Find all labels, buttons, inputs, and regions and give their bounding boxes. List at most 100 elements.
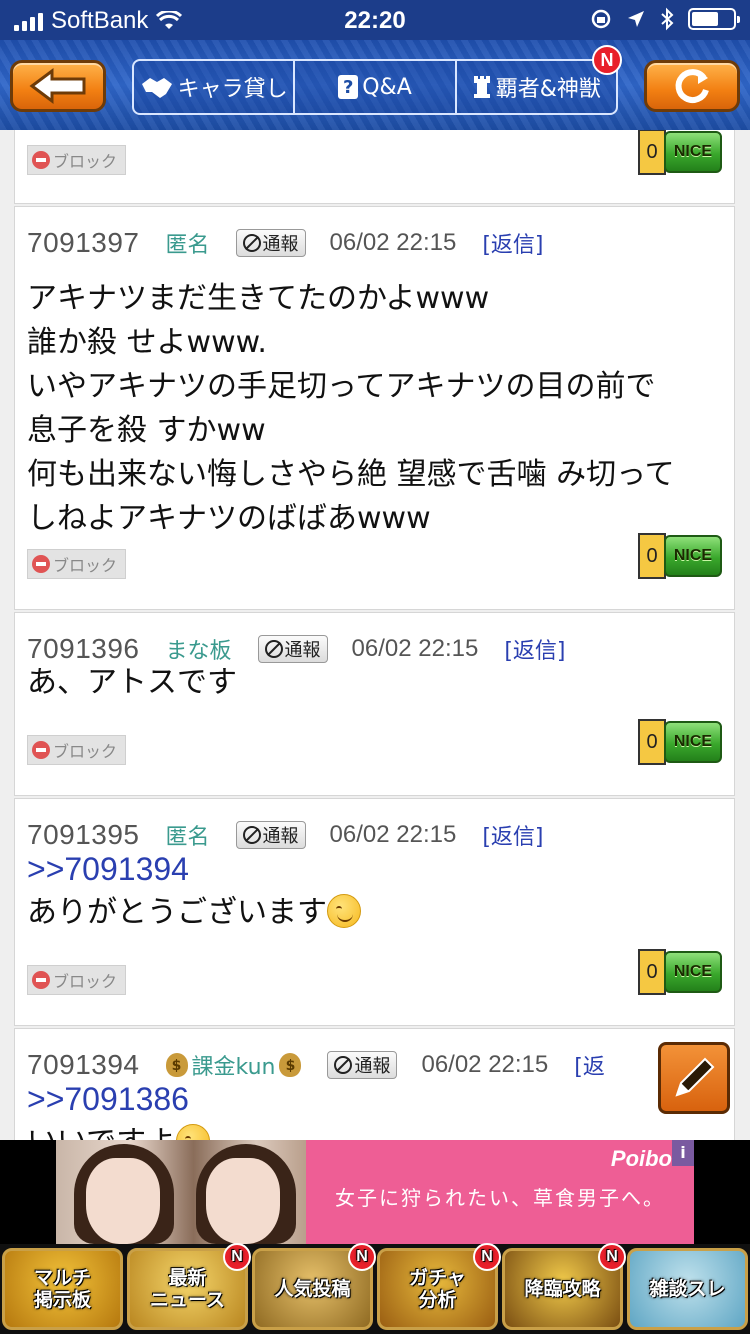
bottom-nav: マルチ 掲示板 最新 ニュース N 人気投稿 N ガチャ 分析 N 降臨攻略 N 雑談ス… [0, 1243, 750, 1334]
nav-latest-news[interactable]: 最新 ニュース N [127, 1243, 251, 1330]
post-line: アキナツまだ生きてたのかよwww [27, 281, 490, 316]
nav-label: 最新 ニュース [149, 1267, 226, 1311]
post-line: いやアキナツの手足切ってアキナツの目の前で [27, 369, 656, 404]
new-badge: N [598, 1243, 626, 1271]
block-label: ブロック [53, 742, 118, 761]
money-bag-icon: $ [279, 1053, 302, 1077]
post-line: 何も出来ない悔しさやら絶 望感で舌噛 み切って [27, 457, 675, 492]
post-7091396: 7091396 まな板 通報 06/02 22:15 [返信] あ、アトスです … [14, 612, 735, 796]
nice-button[interactable]: NICE [664, 131, 722, 173]
new-badge: N [223, 1243, 251, 1271]
block-icon [32, 741, 50, 759]
nice-button[interactable]: NICE [664, 721, 722, 763]
pencil-icon [675, 1057, 715, 1097]
block-button[interactable]: ブロック [27, 549, 127, 579]
post-meta: 7091397 匿名 通報 06/02 22:15 [返信] [27, 227, 544, 259]
post-date: 06/02 22:15 [421, 1051, 549, 1078]
tab-label: キャラ貸し [177, 77, 288, 102]
ad-text-panel: Poibo 女子に狩られたい、草食男子へ。 [306, 1140, 694, 1244]
status-right [590, 7, 740, 31]
nice-button[interactable]: NICE [664, 535, 722, 577]
nav-chat-thread[interactable]: 雑談スレ [627, 1248, 748, 1330]
report-button[interactable]: 通報 [235, 229, 306, 257]
compose-button[interactable] [658, 1042, 730, 1114]
nice-widget: 0 NICE [638, 130, 722, 175]
prohibit-icon [334, 1056, 353, 1074]
post-partial-top: ブロック 0 NICE [14, 130, 735, 204]
bluetooth-icon [661, 7, 674, 31]
reply-link[interactable]: [返信] [482, 227, 543, 259]
block-button[interactable]: ブロック [27, 145, 127, 175]
prohibit-icon [264, 640, 283, 658]
reply-anchor-link[interactable]: >>7091394 [27, 847, 724, 891]
post-date: 06/02 22:15 [329, 821, 457, 848]
block-button[interactable]: ブロック [27, 965, 127, 995]
post-line-text: ありがとうございます [27, 895, 327, 930]
post-body: >>7091386 いいですよ [27, 1077, 724, 1140]
post-body: >>7091394 ありがとうございます [27, 847, 724, 935]
post-date: 06/02 22:15 [329, 229, 457, 256]
report-button[interactable]: 通報 [235, 821, 306, 849]
header-tabs: キャラ貸し ? Q&A 覇者&神獣 N [132, 45, 622, 115]
block-button[interactable]: ブロック [27, 735, 127, 765]
status-bar: SoftBank 22:20 [0, 0, 750, 40]
nav-label: 雑談スレ [649, 1278, 726, 1300]
block-icon [32, 555, 50, 573]
post-line: いいですよ [27, 1121, 724, 1140]
screen: SoftBank 22:20 キャラ貸し ? Q&A 覇者&神獣 N ブロック … [0, 0, 750, 1334]
tab-haja-shinju[interactable]: 覇者&神獣 N [457, 45, 622, 113]
location-icon [628, 11, 644, 27]
post-line-text: いいですよ [27, 1125, 176, 1140]
nice-count: 0 [638, 719, 666, 765]
tab-label: 覇者&神獣 [495, 77, 601, 102]
nice-count: 0 [638, 130, 666, 175]
battery-icon [688, 8, 740, 30]
ad-info-icon[interactable]: i [672, 1140, 694, 1166]
prohibit-icon [242, 234, 261, 252]
reload-button[interactable] [644, 60, 740, 112]
tower-icon [473, 76, 490, 98]
nav-multi-board[interactable]: マルチ 掲示板 [2, 1248, 123, 1330]
nice-button[interactable]: NICE [664, 951, 722, 993]
tab-qa[interactable]: ? Q&A [295, 61, 457, 113]
report-label: 通報 [262, 234, 299, 255]
report-label: 通報 [262, 826, 299, 847]
nav-label: 降臨攻略 [524, 1278, 601, 1300]
arrow-left-icon [29, 68, 86, 104]
block-icon [32, 151, 50, 169]
back-button[interactable] [10, 60, 106, 112]
nav-label: ガチャ 分析 [409, 1267, 466, 1311]
post-7091397: 7091397 匿名 通報 06/02 22:15 [返信] アキナツまだ生きて… [14, 206, 735, 610]
thread-content[interactable]: ブロック 0 NICE 7091397 匿名 通報 06/02 22:15 [返… [0, 130, 750, 1140]
nice-count: 0 [638, 533, 666, 579]
nice-widget: 0 NICE [638, 533, 722, 579]
reply-anchor-link[interactable]: >>7091386 [27, 1077, 724, 1121]
post-line: あ、アトスです [27, 665, 237, 700]
ad-photo-face [86, 1158, 160, 1244]
money-bag-icon: $ [165, 1053, 188, 1077]
nice-widget: 0 NICE [638, 719, 722, 765]
nav-popular-posts[interactable]: 人気投稿 N [252, 1243, 376, 1330]
post-author[interactable]: 匿名 [166, 227, 210, 259]
new-badge: N [348, 1243, 376, 1271]
ad-photo-face [206, 1158, 280, 1244]
tab-chara-lending[interactable]: キャラ貸し [134, 61, 296, 113]
post-line: ありがとうございます [27, 891, 724, 935]
rotation-lock-icon [591, 9, 611, 29]
smiling-face-emoji-icon [176, 1124, 211, 1140]
report-button[interactable]: 通報 [327, 1051, 398, 1079]
report-label: 通報 [284, 640, 321, 661]
new-badge: N [591, 45, 622, 75]
block-icon [32, 971, 50, 989]
post-7091395: 7091395 匿名 通報 06/02 22:15 [返信] >>7091394… [14, 798, 735, 1026]
nav-advent-strategy[interactable]: 降臨攻略 N [502, 1243, 626, 1330]
reload-icon [675, 69, 709, 104]
ad-banner[interactable]: Poibo 女子に狩られたい、草食男子へ。 i [0, 1140, 750, 1244]
post-line: 息子を殺 すかww [27, 413, 266, 448]
post-line: しねよアキナツのばばあwww [27, 501, 431, 536]
post-body: あ、アトスです [27, 661, 724, 705]
post-date: 06/02 22:15 [351, 635, 479, 662]
nav-gacha-analysis[interactable]: ガチャ 分析 N [377, 1243, 501, 1330]
prohibit-icon [242, 826, 261, 844]
report-button[interactable]: 通報 [257, 635, 328, 663]
